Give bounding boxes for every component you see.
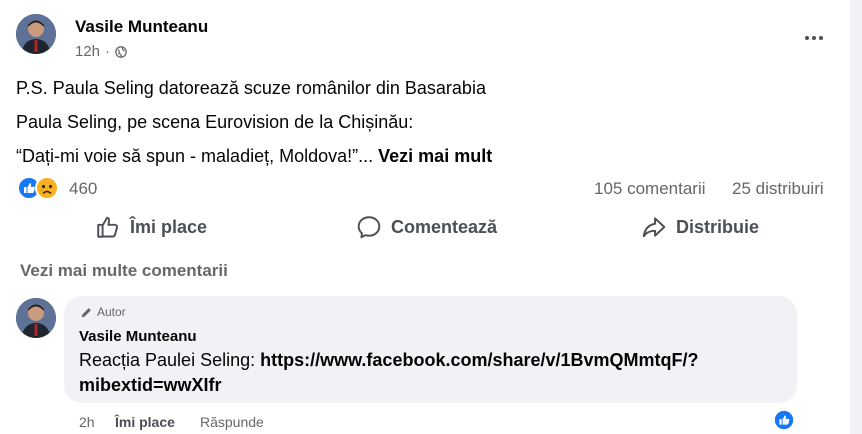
see-more-link[interactable]: Vezi mai mult — [378, 146, 492, 166]
post-time[interactable]: 12h — [75, 43, 100, 60]
reaction-count[interactable]: 460 — [69, 179, 97, 199]
thumbs-up-icon — [97, 216, 118, 238]
sad-reaction-icon — [35, 176, 59, 200]
commenter-avatar[interactable] — [16, 298, 56, 338]
author-tag: Autor — [80, 305, 126, 319]
post-author-name[interactable]: Vasile Munteanu — [75, 17, 208, 37]
comment-text: Reacția Paulei Seling: https://www.faceb… — [79, 348, 779, 398]
comment-reply-button[interactable]: Răspunde — [200, 414, 264, 430]
post-text-line-3: “Dați-mi voie să spun - maladieț, Moldov… — [16, 146, 492, 167]
post-meta: 12h · — [75, 43, 127, 60]
post-quote: “Dați-mi voie să spun - maladieț, Moldov… — [16, 146, 374, 166]
comment-button[interactable]: Comentează — [356, 212, 497, 242]
comment-like-badge-icon[interactable] — [773, 409, 795, 431]
comment-text-prefix: Reacția Paulei Seling: — [79, 350, 261, 370]
comment-time[interactable]: 2h — [79, 414, 95, 430]
like-button-label: Îmi place — [130, 216, 208, 237]
globe-icon — [115, 45, 127, 58]
post-card: Vasile Munteanu 12h · P.S. Paula Seling … — [0, 0, 850, 434]
post-text-line-1: P.S. Paula Seling datorează scuze români… — [16, 78, 486, 98]
reaction-icons[interactable] — [17, 176, 63, 200]
comment-button-label: Comentează — [391, 216, 498, 237]
comment-icon — [357, 216, 381, 239]
comment-like-button[interactable]: Îmi place — [115, 414, 175, 430]
share-button[interactable]: Distribuie — [641, 212, 759, 242]
page-background-edge — [850, 0, 862, 434]
view-more-comments-link[interactable]: Vezi mai multe comentarii — [20, 261, 228, 281]
pencil-icon — [81, 307, 91, 317]
dot-separator: · — [105, 43, 111, 60]
share-button-label: Distribuie — [676, 216, 760, 237]
share-icon — [642, 217, 666, 238]
share-count[interactable]: 25 distribuiri — [732, 179, 824, 199]
comment-count[interactable]: 105 comentarii — [594, 179, 706, 199]
like-button[interactable]: Îmi place — [95, 212, 207, 242]
post-text-line-2: Paula Seling, pe scena Eurovision de la … — [16, 112, 414, 132]
comment-author-name[interactable]: Vasile Munteanu — [79, 328, 197, 345]
author-tag-label: Autor — [97, 305, 126, 319]
author-avatar[interactable] — [16, 14, 56, 54]
more-options-icon[interactable] — [798, 24, 830, 52]
